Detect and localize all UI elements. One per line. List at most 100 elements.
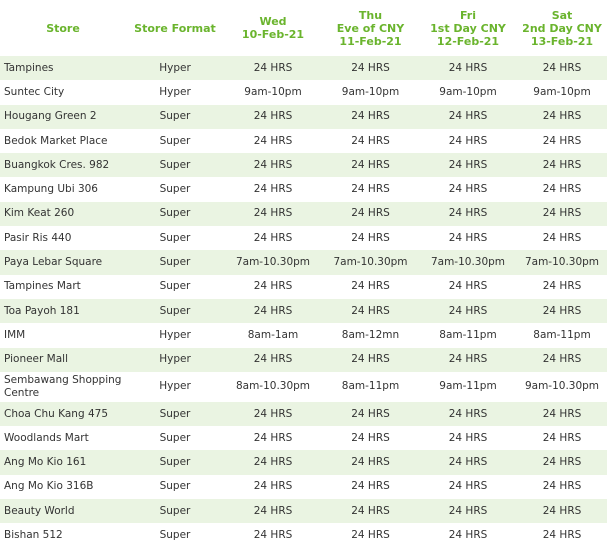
cell-wed: 24 HRS (253, 504, 293, 517)
cell-wed: 8am-10.30pm (235, 380, 311, 393)
table-row: Toa Payoh 181 Super 24 HRS 24 HRS 24 HRS 24 H… (0, 298, 607, 324)
header-line: 11-Feb-21 (339, 34, 402, 48)
cell-thu: 9am-10pm (341, 85, 400, 98)
cell-sat: 24 HRS (542, 158, 582, 171)
cell-store: Choa Chu Kang 475 (4, 407, 108, 420)
cell-store: Woodlands Mart (4, 431, 89, 444)
cell-format: Super (159, 431, 191, 444)
cell-wed: 24 HRS (253, 110, 293, 123)
cell-wed: 24 HRS (253, 134, 293, 147)
cell-thu: 24 HRS (351, 207, 390, 220)
table-row: Paya Lebar Square Super 7am-10.30pm 7am-10.… (0, 250, 607, 275)
cell-fri: 24 HRS (448, 304, 488, 317)
header-line: Thu (358, 8, 383, 22)
cell-thu: 24 HRS (351, 480, 390, 493)
cell-format: Hyper (159, 85, 191, 98)
cell-sat: 24 HRS (542, 456, 582, 469)
header-fri: Fri 1st Day CNY 12-Feb-21 (419, 9, 517, 48)
header-line: Sat (551, 8, 573, 22)
cell-fri: 24 HRS (448, 407, 488, 420)
cell-fri: 24 HRS (448, 456, 488, 469)
cell-store: Bishan 512 (4, 528, 63, 541)
cell-sat: 24 HRS (542, 480, 582, 493)
table-row: IMM Hyper 8am-1am 8am-12mn 8am-11pm 8am-11pm (0, 323, 607, 347)
header-line: 12-Feb-21 (436, 34, 500, 48)
cell-thu: 24 HRS (351, 353, 390, 366)
cell-store: Buangkok Cres. 982 (4, 158, 110, 171)
header-thu: Thu Eve of CNY 11-Feb-21 (322, 9, 419, 48)
cell-thu: 24 HRS (351, 280, 390, 293)
table-row: Beauty World Super 24 HRS 24 HRS 24 HRS 24 HR… (0, 499, 607, 524)
header-line: 10-Feb-21 (241, 28, 305, 41)
table-row: Bishan 512 Super 24 HRS 24 HRS 24 HRS 24 HRS (0, 523, 607, 547)
cell-fri: 7am-10.30pm (430, 256, 506, 269)
cell-thu: 24 HRS (351, 431, 390, 444)
header-line: Fri (459, 8, 476, 22)
cell-format: Super (159, 256, 191, 269)
cell-fri: 9am-10pm (439, 85, 497, 98)
cell-thu: 8am-12mn (341, 328, 400, 341)
table-body: Tampines Hyper 24 HRS 24 HRS 24 HRS 24 HRS Sun… (0, 56, 607, 548)
cell-store: Ang Mo Kio 316B (4, 480, 94, 493)
table-row: Pioneer Mall Hyper 24 HRS 24 HRS 24 HRS 24 HR… (0, 347, 607, 372)
cell-wed: 8am-1am (247, 328, 299, 341)
cell-sat: 24 HRS (542, 280, 582, 293)
header-line: Wed (259, 15, 287, 28)
cell-sat: 24 HRS (542, 134, 582, 147)
cell-sat: 24 HRS (542, 61, 582, 74)
cell-sat: 9am-10pm (533, 85, 591, 98)
cell-sat: 24 HRS (542, 110, 582, 123)
cell-wed: 24 HRS (253, 480, 293, 493)
cell-thu: 24 HRS (351, 110, 390, 123)
table-row: Ang Mo Kio 161 Super 24 HRS 24 HRS 24 HRS 24 … (0, 450, 607, 475)
cell-sat: 8am-11pm (533, 328, 591, 341)
cell-fri: 24 HRS (448, 353, 488, 366)
header-sat: Sat 2nd Day CNY 13-Feb-21 (517, 9, 607, 48)
cell-sat: 24 HRS (542, 353, 582, 366)
cell-fri: 24 HRS (448, 231, 488, 244)
cell-thu: 24 HRS (351, 304, 390, 317)
cell-fri: 24 HRS (448, 431, 488, 444)
cell-store: Suntec City (4, 85, 65, 98)
table-row: Buangkok Cres. 982 Super 24 HRS 24 HRS 24 HR… (0, 153, 607, 178)
cell-store: Kampung Ubi 306 (4, 183, 98, 196)
cell-sat: 24 HRS (542, 431, 582, 444)
cell-thu: 24 HRS (351, 61, 390, 74)
cell-store: Pioneer Mall (4, 353, 68, 366)
cell-format: Super (159, 456, 191, 469)
cell-wed: 24 HRS (253, 280, 293, 293)
cell-store: IMM (4, 328, 26, 341)
cell-thu: 8am-11pm (341, 380, 400, 393)
cell-format: Super (159, 407, 191, 420)
cell-sat: 24 HRS (542, 304, 582, 317)
cell-format: Super (159, 158, 191, 171)
cell-fri: 24 HRS (448, 110, 488, 123)
table-row: Suntec City Hyper 9am-10pm 9am-10pm 9am-10pm… (0, 80, 607, 104)
cell-sat: 9am-10.30pm (524, 380, 600, 393)
cell-store: Toa Payoh 181 (4, 304, 80, 317)
table-row: Sembawang Shopping Centre Hyper 8am-10.30p… (0, 372, 607, 402)
cell-wed: 24 HRS (253, 431, 293, 444)
cell-thu: 24 HRS (351, 231, 390, 244)
cell-wed: 24 HRS (253, 231, 293, 244)
cell-fri: 9am-11pm (439, 380, 497, 393)
cell-wed: 24 HRS (253, 183, 293, 196)
cell-fri: 24 HRS (448, 480, 488, 493)
cell-sat: 24 HRS (542, 231, 582, 244)
cell-format: Super (159, 207, 191, 220)
cell-fri: 24 HRS (448, 158, 488, 171)
cell-sat: 24 HRS (542, 183, 582, 196)
cell-format: Hyper (159, 328, 191, 341)
cell-format: Hyper (159, 353, 191, 366)
cell-wed: 24 HRS (253, 456, 293, 469)
cell-fri: 24 HRS (448, 280, 488, 293)
cell-wed: 24 HRS (253, 353, 293, 366)
cell-format: Super (159, 528, 191, 541)
cell-thu: 24 HRS (351, 158, 390, 171)
cell-fri: 24 HRS (448, 134, 488, 147)
cell-sat: 24 HRS (542, 504, 582, 517)
cell-sat: 24 HRS (542, 207, 582, 220)
table-row: Tampines Hyper 24 HRS 24 HRS 24 HRS 24 HRS (0, 56, 607, 81)
cell-store: Beauty World (4, 504, 75, 517)
cell-thu: 24 HRS (351, 504, 390, 517)
